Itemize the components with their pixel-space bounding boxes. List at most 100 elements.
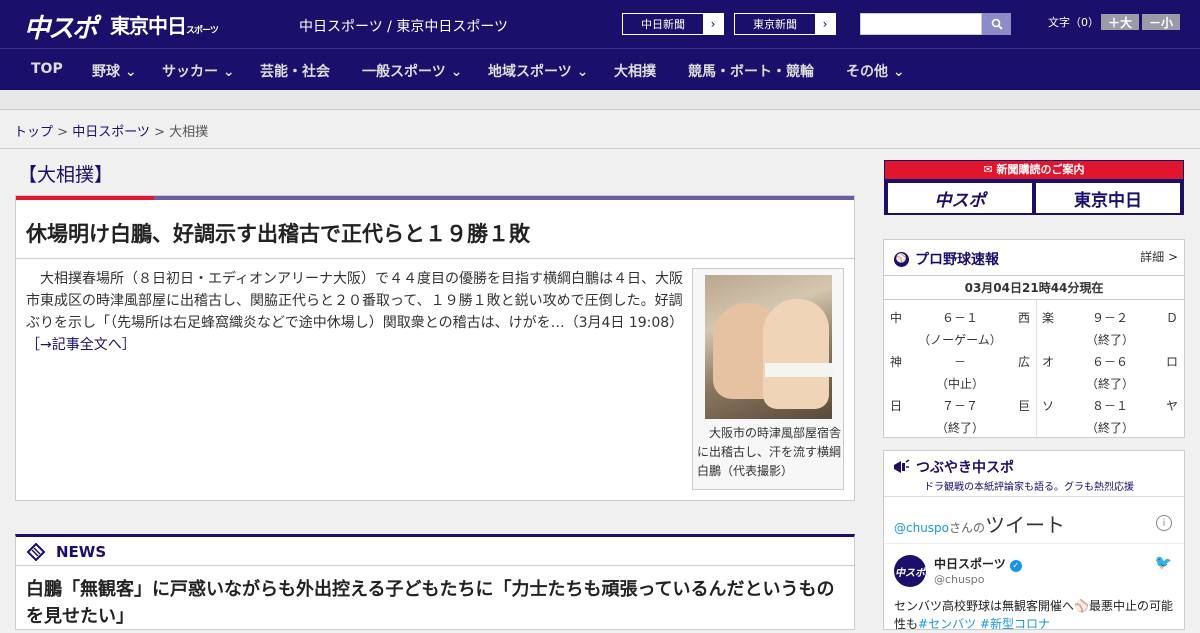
nav-general-sports[interactable]: 一般スポーツ ⌄ [362, 61, 462, 81]
baseball-icon: ⚾ [894, 251, 909, 267]
nav-racing[interactable]: 競馬・ボート・競輪 [688, 61, 814, 81]
game-row[interactable]: 日 ７－７ 巨（終了） [890, 387, 1030, 435]
tweets-handle-link[interactable]: @chuspo [894, 521, 949, 535]
breadcrumb-separator: > [53, 125, 73, 140]
game-row[interactable]: ソ ８－１ ヤ（終了） [1042, 387, 1178, 435]
chevron-down-icon: ⌄ [450, 64, 463, 80]
game-row[interactable]: 楽 ９－２ Ｄ （終了） [1042, 299, 1178, 347]
nav-entertainment[interactable]: 芸能・社会 [260, 61, 330, 81]
tweets-by-label: @chuspoさんのツイート [894, 509, 1065, 538]
score: ９－２ [1091, 311, 1128, 325]
tweet-text-a: センバツ高校野球は無観客開催へ [894, 599, 1075, 613]
nav-sumo[interactable]: 大相撲 [614, 61, 656, 81]
news-headline[interactable]: 白鵬「無観客」に戸惑いながらも外出控える子どもたちに「力士たちも頑張っているんだ… [26, 576, 846, 630]
baseball-timestamp: 03月04日21時44分現在 [964, 281, 1104, 295]
breadcrumb: トップ > 中日スポーツ > 大相撲 [14, 121, 208, 140]
game-row[interactable]: オ ６－６ ロ（終了） [1042, 343, 1178, 391]
verified-icon: ✓ [1009, 560, 1022, 572]
divider [884, 496, 1184, 497]
site-links[interactable]: 中日スポーツ / 東京中日スポーツ [299, 16, 508, 36]
article-card: 休場明け白鵬、好調示す出稽古で正代らと１９勝１敗 大相撲春場所（８日初日・エディ… [15, 195, 855, 501]
chunichi-shimbun-label: 中日新聞 [641, 18, 685, 31]
tokyo-shimbun-label: 東京新聞 [753, 18, 797, 31]
divider [884, 275, 1184, 276]
nav-other-label: その他 [846, 64, 888, 80]
sub-strip [0, 90, 1200, 110]
breadcrumb-section[interactable]: 中日スポーツ [72, 125, 150, 140]
tokyo-logo-text: 東京中日 [110, 14, 187, 38]
game-row[interactable]: 中 ６－１ 西（ノーゲーム） [890, 299, 1030, 347]
chuspo-subscribe[interactable]: 中スポ [888, 183, 1032, 213]
baseball-scores: ⚾ プロ野球速報 詳細 > 03月04日21時44分現在 中 ６－１ 西（ノーゲーム）… [883, 239, 1185, 439]
score: ６－６ [1091, 355, 1128, 369]
team-b: 巨 [1017, 399, 1030, 413]
team-b: ロ [1165, 355, 1178, 369]
chevron-down-icon: ⌄ [222, 64, 235, 80]
twitter-widget-title-label: つぶやき中スポ [916, 460, 1014, 476]
divider [1036, 300, 1037, 439]
baseball-title: ⚾ プロ野球速報 [894, 249, 999, 269]
chevron-right-icon: › [703, 14, 723, 34]
tokyo-chunichi-logo[interactable]: 東京中日スポーツ [110, 10, 219, 39]
news-title: NEWS [26, 543, 106, 561]
font-size-label: 文字（0） [1048, 16, 1099, 29]
tokyo-shimbun-button[interactable]: 東京新聞 › [734, 13, 836, 35]
nav-soccer[interactable]: サッカー ⌄ [162, 61, 235, 81]
nav-local-sports[interactable]: 地域スポーツ ⌄ [488, 61, 588, 81]
divider [0, 148, 1200, 149]
tweet-author-label: 中日スポーツ [934, 557, 1006, 571]
tweet-author-name[interactable]: 中日スポーツ ✓ [934, 555, 1022, 572]
chuspo-logo[interactable]: 中スポ [24, 8, 98, 45]
article-headline[interactable]: 休場明け白鵬、好調示す出稽古で正代らと１９勝１敗 [26, 218, 530, 248]
article-top-bar-accent [16, 196, 154, 200]
sumo-photo [705, 275, 833, 419]
megaphone-icon [894, 459, 910, 473]
article-photo[interactable]: 大阪市の時津風部屋宿舎に出稽古し、汗を流す横綱白鵬（代表撮影） [692, 268, 844, 490]
nav-baseball-label: 野球 [92, 64, 120, 80]
article-body-text: 大相撲春場所（８日初日・エディオンアリーナ大阪）で４４度目の優勝を目指す横綱白鵬… [26, 271, 684, 331]
tweet-author-handle[interactable]: @chuspo [934, 573, 984, 586]
team-b: Ｄ [1165, 311, 1178, 325]
search-input[interactable] [860, 13, 982, 35]
subscription-banner-title: ✉ 新聞購読のご案内 [885, 161, 1183, 179]
tweets-label: ツイート [985, 513, 1066, 537]
hashtag-link[interactable]: #センバツ [918, 617, 976, 631]
read-more-link[interactable]: ［→記事全文へ］ [26, 337, 136, 353]
team-b: 広 [1017, 355, 1030, 369]
avatar[interactable]: 中スポ [894, 555, 926, 587]
search-button[interactable] [982, 13, 1011, 35]
baseball-detail-link[interactable]: 詳細 > [1140, 248, 1178, 265]
info-icon[interactable]: i [1156, 515, 1172, 531]
article-top-bar [16, 196, 854, 200]
section-title: 【大相撲】 [18, 164, 114, 186]
nav-other[interactable]: その他 ⌄ [846, 61, 905, 81]
game-status: （終了） [1085, 421, 1134, 435]
font-smaller-button[interactable]: －小 [1142, 14, 1180, 30]
tweet-text: センバツ高校野球は無観客開催へ⚾最悪中止の可能性も#センバツ #新型コロナ [894, 597, 1178, 633]
subscription-banner[interactable]: ✉ 新聞購読のご案内 中スポ 東京中日 [884, 160, 1184, 215]
main-nav: TOP 野球 ⌄ サッカー ⌄ 芸能・社会 一般スポーツ ⌄ 地域スポーツ ⌄ … [0, 48, 1200, 90]
nav-top[interactable]: TOP [31, 61, 63, 77]
divider [16, 258, 854, 259]
chevron-down-icon: ⌄ [892, 64, 905, 80]
nav-soccer-label: サッカー [162, 64, 218, 80]
chunichi-shimbun-button[interactable]: 中日新聞 › [622, 13, 724, 35]
nav-general-sports-label: 一般スポーツ [362, 64, 446, 80]
twitter-widget-subtitle: ドラ観戦の本紙評論家も語る。グラも熱烈応援 [924, 482, 1134, 493]
news-title-label: NEWS [56, 543, 107, 561]
font-larger-button[interactable]: ＋大 [1101, 14, 1139, 30]
game-status: （終了） [935, 421, 984, 435]
top-bar: 中スポ 東京中日スポーツ 中日スポーツ / 東京中日スポーツ 中日新聞 › 東京新… [0, 0, 1200, 48]
hashtag-link[interactable]: #新型コロナ [980, 617, 1050, 631]
breadcrumb-separator: > [149, 125, 170, 140]
tokyo-chunichi-subscribe[interactable]: 東京中日 [1036, 183, 1180, 213]
breadcrumb-current: 大相撲 [169, 125, 209, 140]
game-row[interactable]: 神－広（中止） [890, 343, 1030, 391]
twitter-widget: つぶやき中スポ ドラ観戦の本紙評論家も語る。グラも熱烈応援 @chuspoさんの… [883, 450, 1185, 633]
twitter-bird-icon[interactable]: 🐦 [1155, 555, 1172, 571]
divider [884, 543, 1184, 544]
breadcrumb-home[interactable]: トップ [14, 125, 53, 140]
chevron-down-icon: ⌄ [124, 64, 137, 80]
tokyo-logo-sub: スポーツ [186, 26, 219, 36]
nav-baseball[interactable]: 野球 ⌄ [92, 61, 137, 81]
